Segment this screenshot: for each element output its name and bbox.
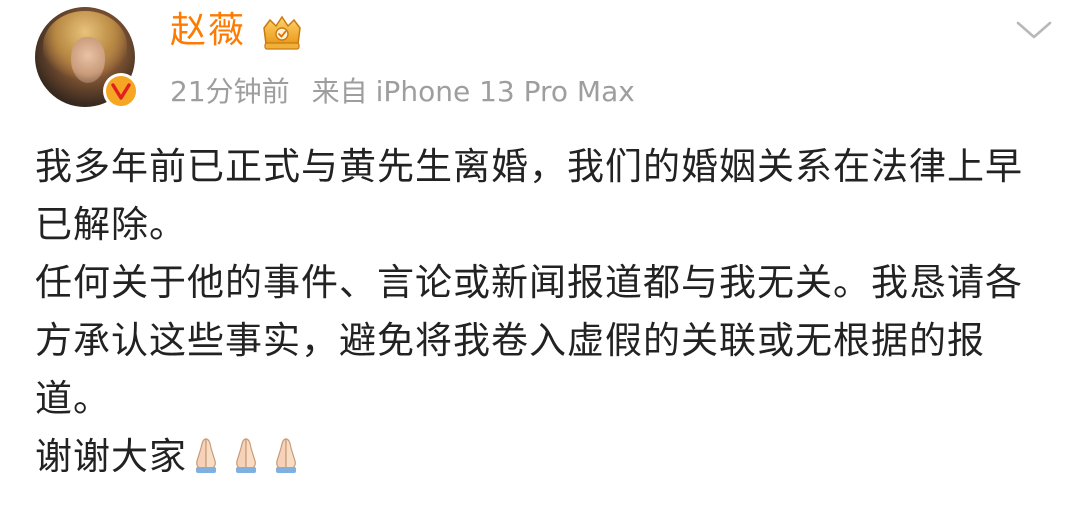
weibo-post: 赵薇 21分钟前 来自 iPhone 13 Pro Max 我多年前已正式与黄先生离… — [0, 0, 1080, 519]
post-content: 我多年前已正式与黄先生离婚，我们的婚姻关系在法律上早已解除。 任何关于他的事件、… — [35, 138, 1055, 486]
folded-hands-icon — [267, 434, 305, 474]
post-paragraph-2: 任何关于他的事件、言论或新闻报道都与我无关。我恳请各方承认这些事实，避免将我卷入… — [35, 261, 1023, 420]
post-time: 21分钟前 — [170, 75, 290, 108]
avatar-face — [71, 37, 105, 83]
source-device[interactable]: iPhone 13 Pro Max — [376, 75, 635, 108]
post-paragraph-1: 我多年前已正式与黄先生离婚，我们的婚姻关系在法律上早已解除。 — [35, 145, 1023, 246]
folded-hands-icon — [227, 434, 265, 474]
author-name[interactable]: 赵薇 — [170, 6, 246, 56]
post-meta: 21分钟前 来自 iPhone 13 Pro Max — [170, 72, 635, 112]
chevron-down-icon[interactable] — [1014, 16, 1054, 44]
post-closing-text: 谢谢大家 — [35, 435, 187, 478]
crown-level-icon[interactable] — [258, 14, 306, 52]
post-paragraph-3: 谢谢大家 — [35, 428, 1055, 486]
folded-hands-icon — [187, 434, 225, 474]
verified-v-badge-icon — [103, 73, 139, 109]
source-label: 来自 — [311, 75, 368, 108]
avatar[interactable] — [35, 7, 139, 109]
